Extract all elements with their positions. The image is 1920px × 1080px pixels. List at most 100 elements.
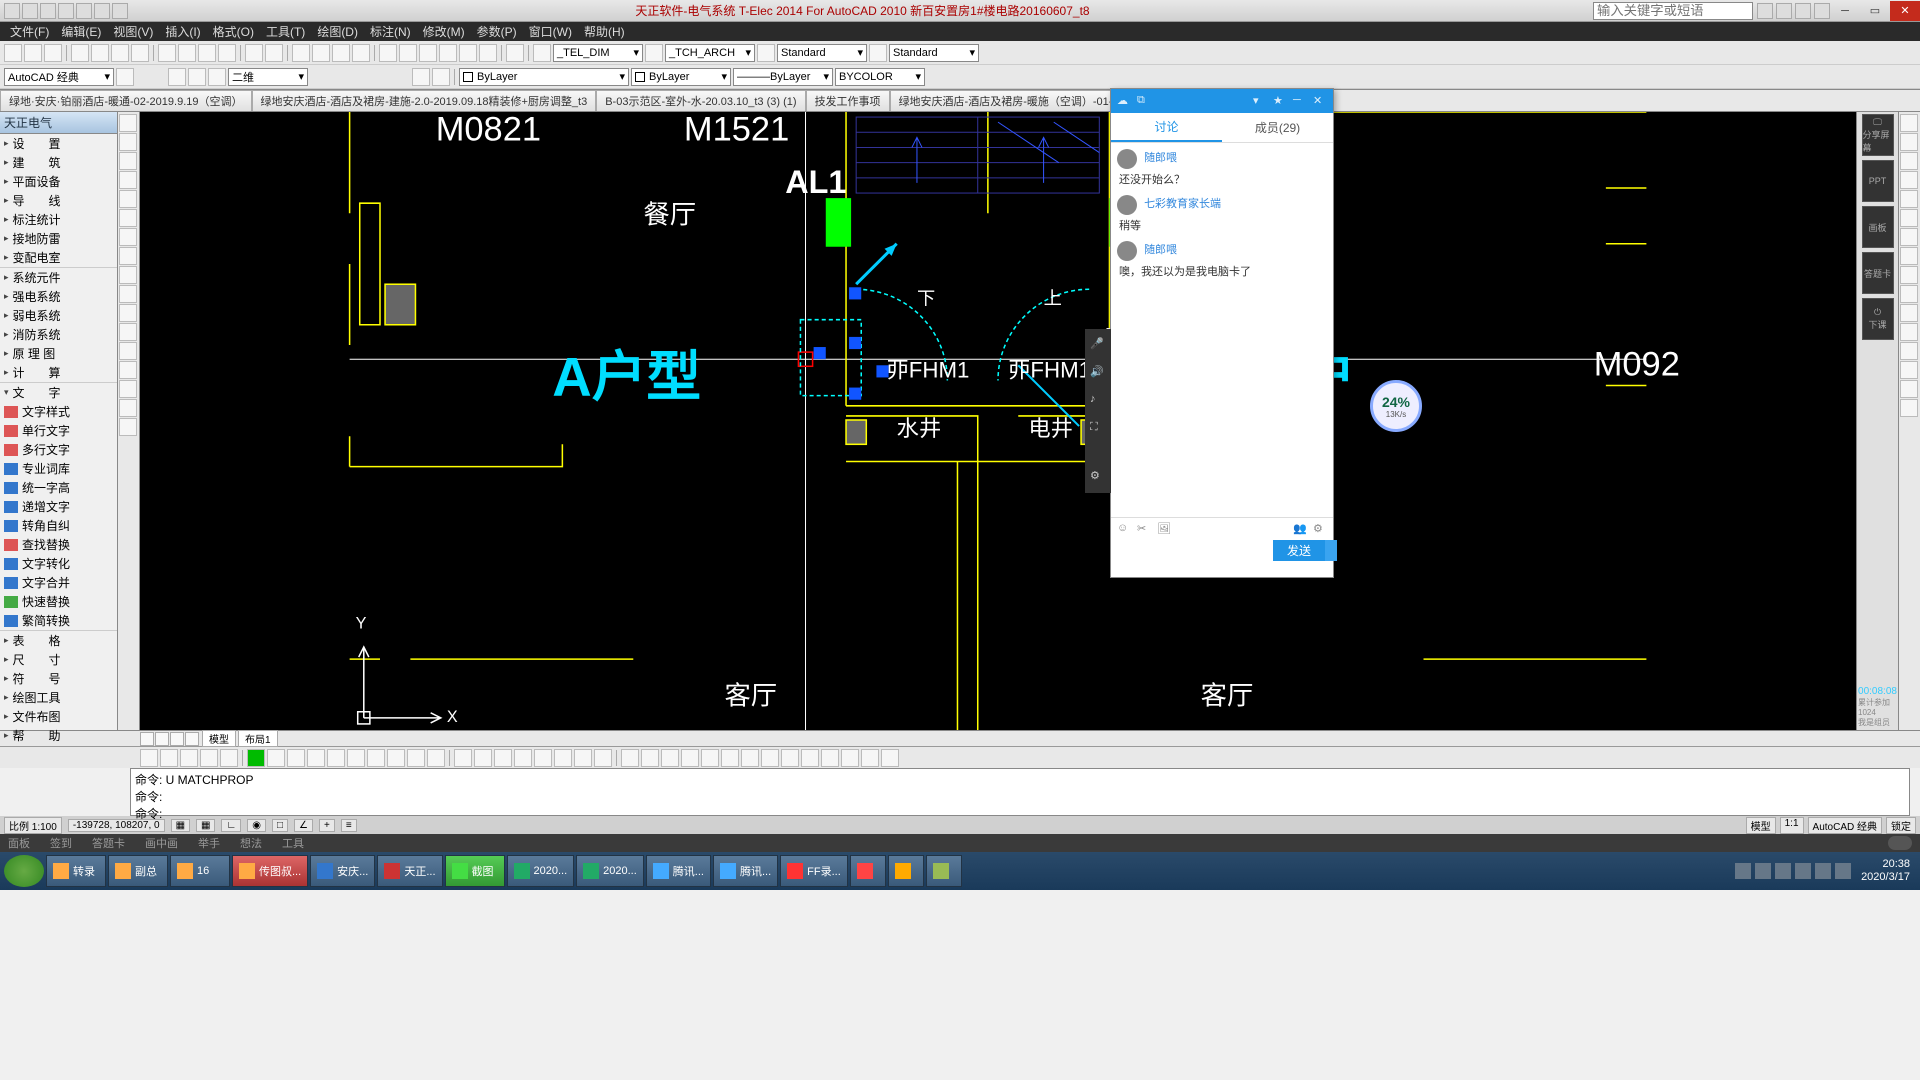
help2-icon[interactable] — [506, 44, 524, 62]
textstyle2-combo[interactable]: Standard▾ — [889, 44, 979, 62]
menu-window[interactable]: 窗口(W) — [523, 23, 578, 40]
sb2-idea[interactable]: 想法 — [240, 835, 262, 851]
erase-icon[interactable] — [1900, 114, 1918, 132]
command-window[interactable]: 命令: U MATCHPROP 命令: 命令: — [130, 768, 1910, 816]
qat-open[interactable] — [40, 3, 56, 19]
ws-settings-icon[interactable] — [116, 68, 134, 86]
close-button[interactable]: ✕ — [1890, 1, 1920, 21]
panel-item[interactable]: ▸系统元件 — [0, 268, 117, 287]
taskbar-item[interactable]: 天正... — [377, 855, 442, 887]
bt-icon[interactable] — [494, 749, 512, 767]
archstyle-icon[interactable] — [645, 44, 663, 62]
dyn-toggle[interactable]: + — [319, 819, 335, 832]
textstyle-icon[interactable] — [757, 44, 775, 62]
scissors-icon[interactable]: ✂ — [1137, 522, 1151, 536]
bt-icon[interactable] — [534, 749, 552, 767]
panel-tool[interactable]: 专业词库 — [0, 459, 117, 478]
menu-view[interactable]: 视图(V) — [107, 23, 159, 40]
doc-tab[interactable]: 绿地·安庆·铂丽酒店-暖通-02-2019.9.19（空调） — [0, 90, 252, 111]
chamfer-icon[interactable] — [1900, 361, 1918, 379]
bt-icon[interactable] — [514, 749, 532, 767]
bt-icon[interactable] — [681, 749, 699, 767]
prop-icon[interactable] — [379, 44, 397, 62]
doc-tab[interactable]: 技发工作事项 — [806, 90, 890, 111]
scale-icon[interactable] — [1900, 247, 1918, 265]
taskbar-item[interactable]: 安庆... — [310, 855, 375, 887]
panel-tool[interactable]: 统一字高 — [0, 478, 117, 497]
bt-icon[interactable] — [454, 749, 472, 767]
speaker-icon[interactable]: 🔊 — [1090, 365, 1106, 381]
bt-icon[interactable] — [287, 749, 305, 767]
layout-first-icon[interactable] — [140, 732, 154, 746]
panel-item[interactable]: ▸符 号 — [0, 669, 117, 688]
qat-undo[interactable] — [76, 3, 92, 19]
bt-icon[interactable] — [801, 749, 819, 767]
taskbar-item[interactable]: 2020... — [507, 855, 575, 887]
undo-icon[interactable] — [245, 44, 263, 62]
mic-icon[interactable]: 🎤 — [1090, 337, 1106, 353]
bt-icon[interactable] — [821, 749, 839, 767]
spline-icon[interactable] — [119, 228, 137, 246]
bt-icon[interactable] — [594, 749, 612, 767]
taskbar-item[interactable]: 转录 — [46, 855, 106, 887]
settings-icon[interactable]: ⚙ — [1090, 469, 1106, 485]
tray-icon[interactable] — [1755, 863, 1771, 879]
app-icon[interactable] — [4, 3, 20, 19]
ucs-icon[interactable] — [208, 68, 226, 86]
mtext-icon[interactable] — [119, 418, 137, 436]
sb2-panel[interactable]: 面板 — [8, 835, 30, 851]
panel-tool[interactable]: 查找替换 — [0, 535, 117, 554]
tray-icon[interactable] — [1775, 863, 1791, 879]
status-lock[interactable]: 锁定 — [1886, 817, 1916, 834]
insert-icon[interactable] — [119, 285, 137, 303]
menu-modify[interactable]: 修改(M) — [417, 23, 471, 40]
lineweight-combo[interactable]: BYCOLOR▾ — [835, 68, 925, 86]
preview-icon[interactable] — [91, 44, 109, 62]
panel-tool[interactable]: 文字样式 — [0, 402, 117, 421]
taskbar-item[interactable]: FF录... — [780, 855, 848, 887]
panel-item[interactable]: ▸建 筑 — [0, 153, 117, 172]
panel-tool[interactable]: 转角自纠 — [0, 516, 117, 535]
open-icon[interactable] — [24, 44, 42, 62]
menu-format[interactable]: 格式(O) — [207, 23, 260, 40]
popout-icon[interactable]: ⧉ — [1137, 94, 1151, 108]
menu-dim[interactable]: 标注(N) — [364, 23, 417, 40]
panel-item[interactable]: ▸尺 寸 — [0, 650, 117, 669]
bt-icon[interactable] — [641, 749, 659, 767]
textstyle1-combo[interactable]: Standard▾ — [777, 44, 867, 62]
tray-network-icon[interactable] — [1835, 863, 1851, 879]
bt-icon[interactable] — [347, 749, 365, 767]
bt-icon[interactable] — [761, 749, 779, 767]
taskbar-item[interactable]: 2020... — [576, 855, 644, 887]
bt-icon[interactable] — [781, 749, 799, 767]
panel-item[interactable]: ▸帮 助 — [0, 726, 117, 745]
bt-icon[interactable] — [661, 749, 679, 767]
break-icon[interactable] — [1900, 323, 1918, 341]
layout-tab-model[interactable]: 模型 — [202, 730, 236, 747]
taskbar-item[interactable]: 副总 — [108, 855, 168, 887]
ortho-toggle[interactable]: ∟ — [221, 819, 241, 832]
move-icon[interactable] — [1900, 209, 1918, 227]
viewstyle-combo[interactable]: 二维▾ — [228, 68, 308, 86]
panel-item[interactable]: ▸计 算 — [0, 363, 117, 382]
panel-tool[interactable]: 单行文字 — [0, 421, 117, 440]
taskbar-item[interactable] — [888, 855, 924, 887]
qat-print[interactable] — [112, 3, 128, 19]
line-icon[interactable] — [119, 114, 137, 132]
markup-icon[interactable] — [459, 44, 477, 62]
taskbar-item[interactable]: 腾讯... — [646, 855, 711, 887]
music-icon[interactable]: ♪ — [1090, 393, 1106, 409]
star-icon[interactable] — [1795, 3, 1811, 19]
panel-item[interactable]: ▸原 理 图 — [0, 344, 117, 363]
redo-icon[interactable] — [265, 44, 283, 62]
workspace-combo[interactable]: AutoCAD 经典▾ — [4, 68, 114, 86]
comm-center-icon[interactable] — [1776, 3, 1792, 19]
bt-icon[interactable] — [160, 749, 178, 767]
rect-icon[interactable] — [119, 171, 137, 189]
mirror-icon[interactable] — [1900, 152, 1918, 170]
bt-icon[interactable] — [861, 749, 879, 767]
taskbar-item[interactable] — [850, 855, 886, 887]
bt-icon[interactable] — [741, 749, 759, 767]
dimstyle-combo[interactable]: _TEL_DIM▾ — [553, 44, 643, 62]
bt-icon[interactable] — [721, 749, 739, 767]
